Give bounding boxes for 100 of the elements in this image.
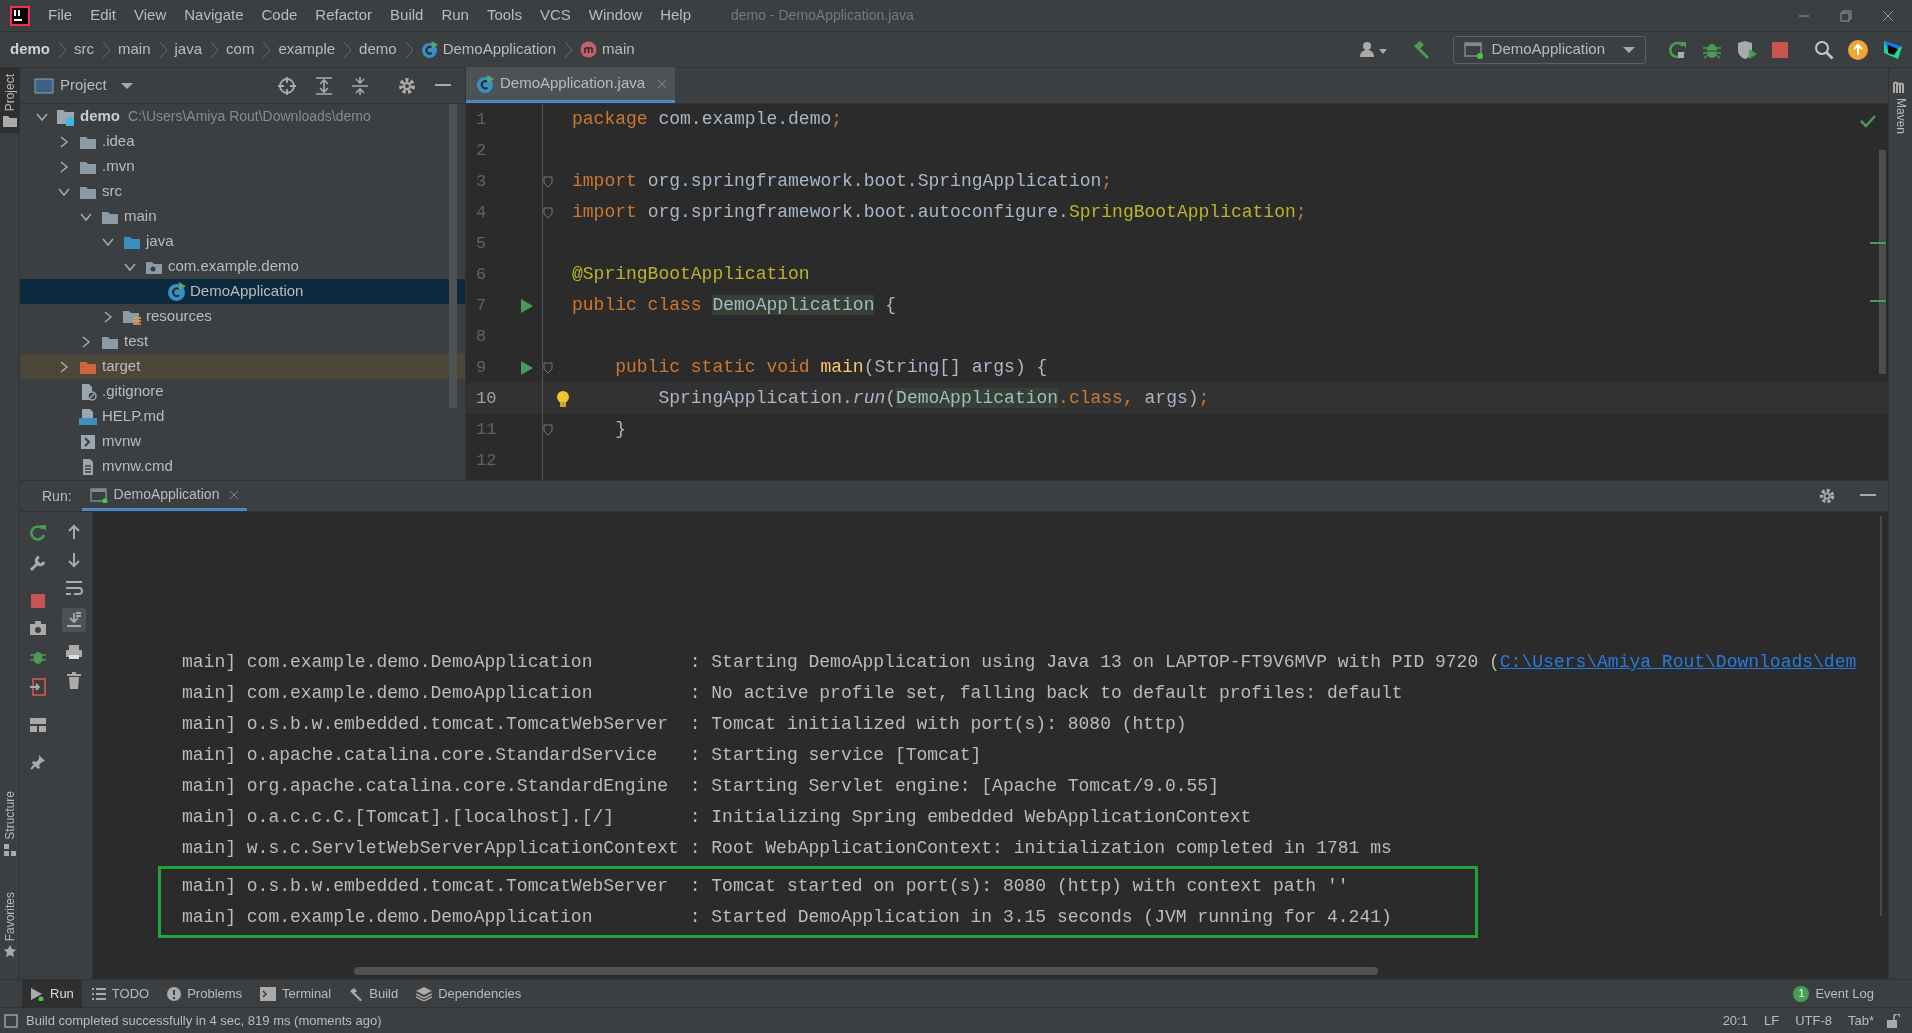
menu-item[interactable]: Build xyxy=(382,2,432,29)
tree-item[interactable]: demo C:\Users\Amiya Rout\Downloads\demo xyxy=(20,104,465,129)
rerun-icon[interactable] xyxy=(1668,39,1688,60)
breadcrumb[interactable]: java xyxy=(172,38,205,61)
project-view-dropdown[interactable]: Project xyxy=(34,74,133,97)
tree-item[interactable]: test xyxy=(20,329,465,354)
fold-icon[interactable] xyxy=(543,361,553,374)
breadcrumb[interactable]: main xyxy=(116,38,153,61)
expand-all-icon[interactable] xyxy=(315,75,333,96)
pin-icon[interactable] xyxy=(30,754,46,770)
tool-window-tab[interactable]: Run xyxy=(22,979,82,1008)
run-icon[interactable] xyxy=(520,297,534,314)
down-arrow-icon[interactable] xyxy=(67,552,81,568)
scroll-to-end-button[interactable] xyxy=(62,608,86,632)
collapse-all-icon[interactable] xyxy=(351,75,369,96)
breadcrumb[interactable]: main xyxy=(578,38,637,61)
tree-item[interactable]: .gitignore xyxy=(20,379,465,404)
menu-item[interactable]: VCS xyxy=(531,2,579,29)
camera-icon[interactable] xyxy=(29,620,47,636)
chevron-right-icon[interactable] xyxy=(80,335,92,348)
menu-item[interactable]: File xyxy=(40,2,81,29)
status-item[interactable]: UTF-8 xyxy=(1787,1010,1840,1031)
tree-item[interactable]: com.example.demo xyxy=(20,254,465,279)
status-item[interactable]: LF xyxy=(1755,1010,1788,1031)
status-item[interactable]: 20:1 xyxy=(1714,1010,1756,1031)
exit-icon[interactable] xyxy=(29,678,47,696)
chevron-right-icon[interactable] xyxy=(58,360,70,373)
run-configuration-dropdown[interactable]: DemoApplication xyxy=(1452,35,1646,64)
status-toggle-icon[interactable] xyxy=(4,1013,18,1028)
tool-window-tab[interactable]: Problems xyxy=(159,979,251,1008)
tool-window-tab[interactable]: Dependencies xyxy=(408,979,530,1008)
lock-icon[interactable] xyxy=(1886,1013,1900,1028)
tree-item[interactable]: main xyxy=(20,204,465,229)
breadcrumb[interactable]: demo xyxy=(357,38,399,61)
coverage-icon[interactable] xyxy=(1736,39,1758,60)
breadcrumb[interactable]: example xyxy=(276,38,338,61)
tree-item[interactable]: mvnw.cmd xyxy=(20,454,465,479)
chevron-right-icon[interactable] xyxy=(102,310,114,323)
menu-item[interactable]: Refactor xyxy=(307,2,381,29)
tool-window-tab[interactable]: Terminal xyxy=(252,979,340,1008)
fold-icon[interactable] xyxy=(543,206,553,219)
restore-icon[interactable] xyxy=(1840,9,1852,22)
tree-item[interactable]: DemoApplication xyxy=(20,279,465,304)
close-icon[interactable] xyxy=(229,489,240,500)
vertical-scrollbar[interactable] xyxy=(449,104,457,408)
tool-window-tab[interactable]: TODO xyxy=(83,979,158,1008)
app-logo-icon[interactable] xyxy=(10,5,30,26)
rerun-icon[interactable] xyxy=(29,524,47,542)
settings-icon[interactable] xyxy=(397,75,417,96)
run-icon[interactable] xyxy=(520,359,534,376)
tool-window-tab[interactable]: Project xyxy=(0,68,19,134)
update-icon[interactable] xyxy=(1848,39,1868,60)
breadcrumb[interactable]: com xyxy=(224,38,257,61)
tree-item[interactable]: src xyxy=(20,179,465,204)
toolbox-logo-icon[interactable] xyxy=(1882,38,1904,61)
chevron-right-icon[interactable] xyxy=(58,160,70,173)
fold-icon[interactable] xyxy=(543,423,553,436)
tool-window-tab[interactable]: Build xyxy=(341,979,407,1008)
tool-window-tab[interactable]: Structure xyxy=(0,784,19,862)
tool-window-tab[interactable]: Maven xyxy=(1891,80,1910,135)
tree-item[interactable]: .idea xyxy=(20,129,465,154)
close-icon[interactable] xyxy=(1882,9,1894,22)
up-arrow-icon[interactable] xyxy=(67,524,81,540)
tool-window-tab[interactable]: Favorites xyxy=(0,885,19,963)
tree-item[interactable]: java xyxy=(20,229,465,254)
status-item[interactable]: Tab* xyxy=(1839,1010,1882,1031)
stop-icon[interactable] xyxy=(1772,41,1788,58)
menu-item[interactable]: Window xyxy=(580,2,651,29)
trash-icon[interactable] xyxy=(66,672,82,690)
event-log-button[interactable]: 1 Event Log xyxy=(1793,983,1912,1004)
tree-item[interactable]: mvnw xyxy=(20,429,465,454)
wrench-icon[interactable] xyxy=(29,554,47,572)
chevron-right-icon[interactable] xyxy=(58,135,70,148)
minimize-panel-icon[interactable] xyxy=(1860,494,1876,498)
search-icon[interactable] xyxy=(1814,39,1834,60)
tree-item[interactable]: target xyxy=(20,354,465,379)
menu-item[interactable]: Navigate xyxy=(176,2,252,29)
tree-item[interactable]: .mvn xyxy=(20,154,465,179)
menu-item[interactable]: Run xyxy=(433,2,477,29)
layout-icon[interactable] xyxy=(30,718,46,732)
tree-item[interactable]: resources xyxy=(20,304,465,329)
breadcrumb[interactable]: src xyxy=(72,38,96,61)
menu-item[interactable]: Help xyxy=(652,2,700,29)
print-icon[interactable] xyxy=(65,644,83,660)
menu-item[interactable]: View xyxy=(126,2,175,29)
locate-icon[interactable] xyxy=(277,75,297,96)
menu-item[interactable]: Tools xyxy=(478,2,530,29)
menu-item[interactable]: Code xyxy=(253,2,306,29)
horizontal-scrollbar[interactable] xyxy=(354,967,1378,975)
breadcrumb[interactable]: DemoApplication xyxy=(418,38,559,61)
fold-icon[interactable] xyxy=(543,175,553,188)
vertical-scrollbar[interactable] xyxy=(1879,150,1886,374)
user-dropdown-icon[interactable] xyxy=(1358,40,1389,59)
file-link[interactable]: C:\Users\Amiya Rout\Downloads\dem xyxy=(1499,649,1857,676)
tree-item[interactable]: HELP.md xyxy=(20,404,465,429)
settings-icon[interactable] xyxy=(1818,487,1836,505)
editor-tab[interactable]: DemoApplication.java xyxy=(466,67,676,103)
soft-wrap-icon[interactable] xyxy=(65,580,83,596)
menu-item[interactable]: Edit xyxy=(82,2,125,29)
breadcrumb[interactable]: demo xyxy=(8,38,52,61)
